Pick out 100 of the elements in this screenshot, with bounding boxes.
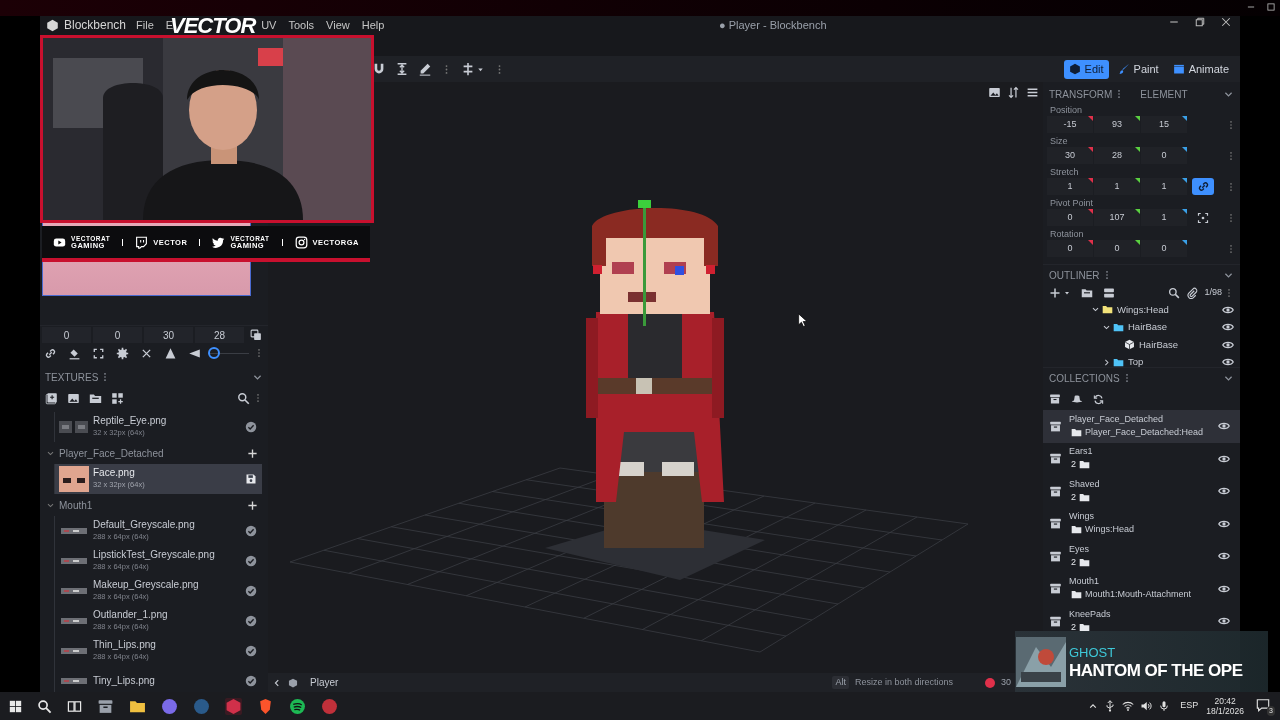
outliner-item[interactable]: Top [1128, 355, 1144, 367]
number-field[interactable]: 0 [1141, 240, 1187, 257]
check-circle-icon[interactable] [245, 615, 257, 627]
search-icon[interactable] [37, 698, 52, 714]
shield-icon[interactable] [257, 697, 274, 715]
collection-item[interactable]: Wings Wings:Head [1043, 507, 1240, 540]
collection-item[interactable]: Player_Face_Detached Player_Face_Detached:Head [1043, 410, 1240, 443]
language-indicator[interactable]: ESP [1180, 699, 1199, 713]
image-icon[interactable] [988, 86, 1001, 99]
sort-icon[interactable] [1007, 86, 1020, 99]
number-field[interactable]: 15 [1141, 116, 1187, 133]
plus-icon[interactable] [247, 447, 258, 459]
menu-item[interactable]: File [136, 16, 154, 34]
link-button[interactable] [1192, 178, 1214, 195]
expand-icon[interactable] [92, 346, 105, 360]
menu-item[interactable]: Tools [288, 16, 315, 34]
check-circle-icon[interactable] [245, 421, 257, 433]
number-field[interactable]: 1 [1094, 178, 1140, 195]
number-field[interactable]: 30 [1047, 147, 1093, 164]
speaker-icon[interactable] [1140, 700, 1153, 712]
windows-logo-icon[interactable] [9, 699, 22, 713]
collection-item[interactable]: Mouth1 Mouth1:Mouth-Attachment [1043, 572, 1240, 605]
collection-item[interactable]: Shaved 2 [1043, 475, 1240, 508]
check-circle-icon[interactable] [245, 645, 257, 657]
number-field[interactable]: 0 [42, 327, 91, 343]
caret-icon[interactable] [1063, 289, 1071, 297]
save-icon[interactable] [245, 473, 257, 485]
archive-icon[interactable] [1049, 393, 1061, 405]
menu-item[interactable]: UV [261, 16, 277, 34]
disc-icon[interactable] [193, 697, 210, 715]
check-circle-icon[interactable] [245, 525, 257, 537]
stack-icon[interactable] [1103, 287, 1115, 299]
mode-tab[interactable]: Paint [1112, 59, 1164, 79]
menu-icon[interactable] [1026, 86, 1039, 99]
number-field[interactable]: 28 [195, 327, 244, 343]
number-field[interactable]: -15 [1047, 116, 1093, 133]
check-circle-icon[interactable] [245, 555, 257, 567]
cross-icon[interactable] [461, 62, 475, 76]
wifi-icon[interactable] [1122, 700, 1135, 712]
mic-icon[interactable] [1158, 700, 1171, 712]
collection-item[interactable]: Ears1 2 [1043, 442, 1240, 475]
triangle-icon[interactable] [164, 346, 177, 360]
folder-icon[interactable] [1081, 287, 1093, 299]
collection-item[interactable]: KneePads 2 [1043, 605, 1240, 638]
restore-icon[interactable] [1194, 16, 1206, 28]
texture-group-name[interactable]: Player_Face_Detached [59, 445, 164, 461]
texture-group-name[interactable]: Mouth1 [59, 497, 93, 513]
image-icon[interactable] [67, 391, 80, 405]
task-view-icon[interactable] [67, 698, 82, 714]
refresh-icon[interactable] [1093, 393, 1104, 405]
menu-item[interactable]: Help [361, 16, 385, 34]
resize-icon[interactable] [395, 62, 409, 76]
check-circle-icon[interactable] [245, 585, 257, 597]
circle-icon[interactable] [321, 697, 338, 715]
number-field[interactable]: 0 [93, 327, 142, 343]
paperclip-icon[interactable] [1186, 287, 1199, 299]
chevron-left-icon[interactable] [272, 677, 282, 688]
number-field[interactable]: 93 [1094, 116, 1140, 133]
number-field[interactable]: 107 [1094, 209, 1140, 226]
number-field[interactable]: 0 [1047, 209, 1093, 226]
mode-tab[interactable]: Animate [1167, 59, 1234, 79]
number-field[interactable]: 1 [1141, 209, 1187, 226]
number-field[interactable]: 0 [1141, 147, 1187, 164]
gear-icon[interactable] [116, 346, 129, 360]
sound-waves-icon[interactable] [289, 697, 306, 715]
outliner-item[interactable]: HairBase [1139, 337, 1179, 352]
outliner-item[interactable]: Wings:Head [1117, 302, 1169, 317]
slider-thumb[interactable] [208, 347, 220, 359]
eye-icon[interactable] [1222, 356, 1234, 367]
menu-item[interactable]: View [326, 16, 350, 34]
grid-icon[interactable] [111, 391, 124, 405]
close-icon[interactable] [1220, 16, 1232, 28]
check-circle-icon[interactable] [245, 675, 257, 687]
number-field[interactable]: 30 [144, 327, 193, 343]
clock-time[interactable]: 20:42 [1214, 696, 1236, 706]
mode-tab[interactable]: Edit [1063, 59, 1109, 79]
plus-icon[interactable] [1049, 287, 1061, 299]
folder-icon[interactable] [89, 391, 102, 405]
search-icon[interactable] [237, 391, 250, 405]
number-field[interactable]: 1 [1141, 178, 1187, 195]
focus-icon[interactable] [1197, 211, 1209, 224]
number-field[interactable]: 1 [1047, 178, 1093, 195]
chevron-right-icon[interactable] [1102, 357, 1111, 367]
pencil-icon[interactable] [418, 62, 432, 76]
panel-tab[interactable]: ELEMENT [1140, 86, 1188, 102]
breadcrumb-item[interactable]: Player [310, 675, 339, 690]
number-field[interactable]: 0 [1047, 240, 1093, 257]
chevron-down-icon[interactable] [1091, 305, 1100, 315]
box-icon[interactable] [97, 697, 114, 715]
character-model-drawing[interactable] [586, 200, 724, 548]
search-icon[interactable] [1168, 287, 1181, 299]
maximize-icon[interactable] [1266, 2, 1276, 12]
cube-icon[interactable] [225, 697, 242, 715]
magnet-icon[interactable] [372, 62, 386, 76]
copy-icon[interactable] [250, 329, 262, 341]
clock-date[interactable]: 18/1/2026 [1206, 706, 1244, 716]
collection-item[interactable]: Eyes 2 [1043, 540, 1240, 573]
number-field[interactable]: 28 [1094, 147, 1140, 164]
outliner-item[interactable]: HairBase [1128, 320, 1168, 335]
circle-icon[interactable] [161, 697, 178, 715]
